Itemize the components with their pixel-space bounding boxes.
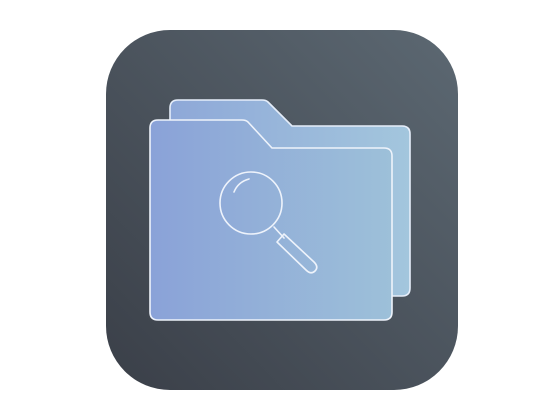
folder-search-icon	[106, 30, 458, 390]
canvas	[0, 0, 560, 420]
front-folder-shape	[149, 119, 393, 321]
app-icon[interactable]	[106, 30, 458, 390]
